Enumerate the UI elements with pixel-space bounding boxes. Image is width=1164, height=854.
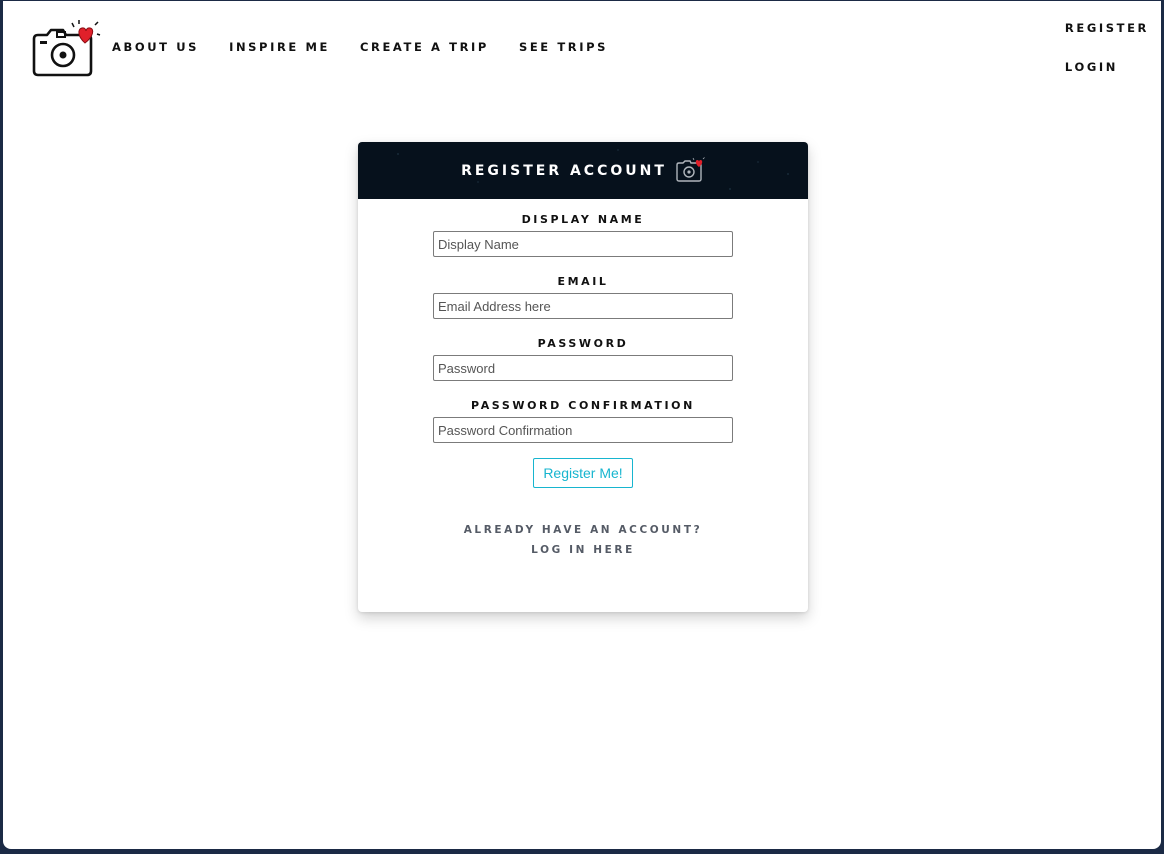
password-confirmation-group: PASSWORD CONFIRMATION xyxy=(358,399,808,443)
login-hint: ALREADY HAVE AN ACCOUNT? LOG IN HERE xyxy=(358,520,808,560)
nav-create-a-trip[interactable]: CREATE A TRIP xyxy=(360,39,489,55)
password-confirmation-label: PASSWORD CONFIRMATION xyxy=(471,399,695,412)
display-name-label: DISPLAY NAME xyxy=(521,213,645,226)
email-group: EMAIL xyxy=(358,275,808,319)
display-name-input[interactable] xyxy=(433,231,733,257)
nav-inspire-me[interactable]: INSPIRE ME xyxy=(229,39,330,55)
camera-heart-icon[interactable] xyxy=(29,19,101,79)
password-confirmation-input[interactable] xyxy=(433,417,733,443)
camera-heart-icon xyxy=(676,156,705,182)
log-in-here-link[interactable]: LOG IN HERE xyxy=(358,540,808,560)
email-label: EMAIL xyxy=(557,275,609,288)
main-nav: ABOUT US INSPIRE ME CREATE A TRIP SEE TR… xyxy=(112,39,638,55)
already-have-account-text[interactable]: ALREADY HAVE AN ACCOUNT? xyxy=(358,520,808,540)
card-header: REGISTER ACCOUNT xyxy=(358,142,808,199)
nav-about-us[interactable]: ABOUT US xyxy=(112,39,199,55)
submit-wrap: Register Me! xyxy=(358,458,808,488)
register-form: DISPLAY NAME EMAIL PASSWORD PASSWORD CON… xyxy=(358,199,808,560)
login-link[interactable]: LOGIN xyxy=(1065,59,1118,75)
password-group: PASSWORD xyxy=(358,337,808,381)
auth-links: REGISTER LOGIN xyxy=(1065,20,1149,75)
register-me-button[interactable]: Register Me! xyxy=(533,458,633,488)
nav-see-trips[interactable]: SEE TRIPS xyxy=(519,39,608,55)
password-label: PASSWORD xyxy=(537,337,629,350)
password-input[interactable] xyxy=(433,355,733,381)
browser-window: ABOUT US INSPIRE ME CREATE A TRIP SEE TR… xyxy=(3,1,1161,849)
email-input[interactable] xyxy=(433,293,733,319)
card-title: REGISTER ACCOUNT xyxy=(461,162,667,179)
register-link[interactable]: REGISTER xyxy=(1065,20,1149,36)
register-card: REGISTER ACCOUNT DISPLAY NAME EMAIL PASS… xyxy=(358,142,808,612)
display-name-group: DISPLAY NAME xyxy=(358,213,808,257)
